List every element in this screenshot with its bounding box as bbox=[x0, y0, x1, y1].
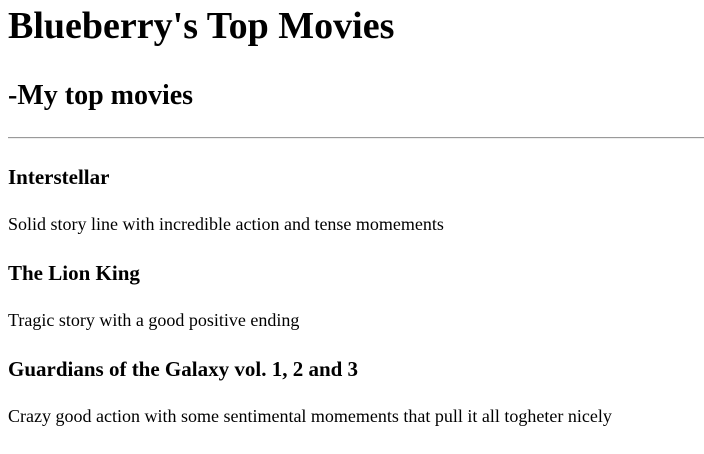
movie-item: Interstellar Solid story line with incre… bbox=[8, 164, 704, 235]
movie-description: Tragic story with a good positive ending bbox=[8, 310, 300, 330]
movie-description: Solid story line with incredible action … bbox=[8, 214, 444, 234]
page-content: Blueberry's Top Movies -My top movies In… bbox=[0, 0, 704, 427]
movie-item: The Lion King Tragic story with a good p… bbox=[8, 260, 704, 331]
movie-title: Guardians of the Galaxy vol. 1, 2 and 3 bbox=[8, 357, 359, 381]
movie-title: Interstellar bbox=[8, 165, 110, 189]
movie-description: Crazy good action with some sentimental … bbox=[8, 406, 612, 426]
movie-title: The Lion King bbox=[8, 261, 140, 285]
movie-list: Interstellar Solid story line with incre… bbox=[8, 164, 704, 427]
page-subtitle: -My top movies bbox=[8, 80, 194, 111]
movie-item: Guardians of the Galaxy vol. 1, 2 and 3 … bbox=[8, 356, 704, 427]
page-title: Blueberry's Top Movies bbox=[8, 5, 395, 47]
divider bbox=[8, 137, 704, 139]
